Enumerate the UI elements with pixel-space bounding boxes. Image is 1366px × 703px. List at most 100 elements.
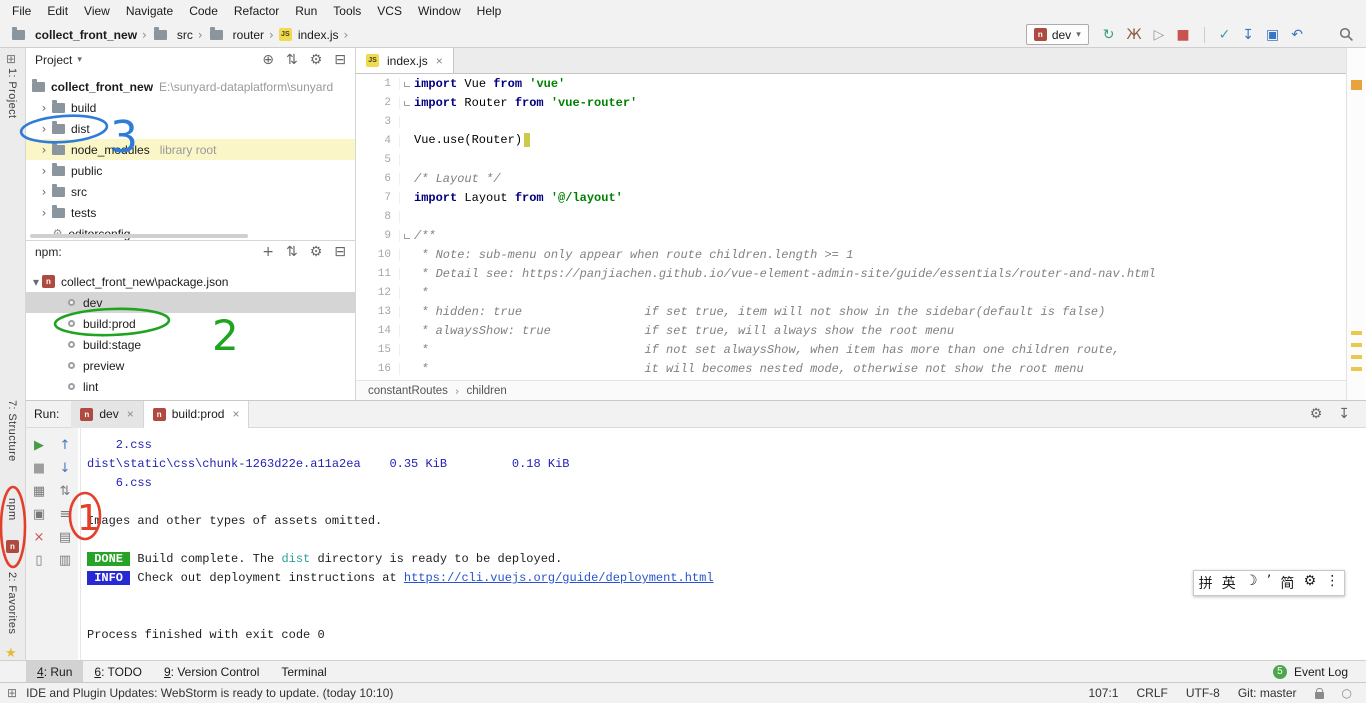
hide-icon[interactable]: ⊟ [334, 53, 346, 67]
fold-marker[interactable] [404, 234, 410, 239]
fold-marker[interactable] [404, 101, 410, 106]
chevron-down-icon[interactable]: ▾ [77, 55, 82, 65]
menu-file[interactable]: File [4, 0, 39, 22]
toolwindow-tab-favorites[interactable]: 2: Favorites [6, 572, 18, 634]
project-folder-dist[interactable]: › dist [26, 118, 355, 139]
npm-script-build-stage[interactable]: build:stage [26, 334, 355, 355]
hide-icon[interactable]: ⊟ [334, 245, 346, 259]
run-tab-build-prod[interactable]: build:prod× [143, 400, 250, 428]
encoding-widget[interactable]: UTF-8 [1186, 686, 1220, 700]
toolwindow-tab-version-control[interactable]: 9: Version Control [153, 661, 270, 683]
stop-icon[interactable]: ■ [26, 457, 52, 480]
ime-item-0[interactable]: 拼 [1199, 573, 1213, 593]
update-project-icon[interactable]: ↧ [1242, 28, 1254, 42]
ime-item-5[interactable]: ⚙ [1304, 573, 1317, 593]
stop-icon[interactable]: ■ [1176, 28, 1189, 42]
collapse-all-icon[interactable]: ⇅ [286, 245, 298, 259]
toolwindow-tab-structure[interactable]: 7: Structure [6, 400, 18, 462]
project-folder-tests[interactable]: › tests [26, 202, 355, 223]
menu-navigate[interactable]: Navigate [118, 0, 181, 22]
print-icon[interactable]: ▤ [52, 526, 78, 549]
npm-script-lint[interactable]: lint [26, 376, 355, 397]
add-icon[interactable]: + [262, 245, 274, 259]
code-area[interactable]: 1 import Vue from 'vue' 2 import Router fro… [356, 74, 1346, 380]
rollback-icon[interactable]: ↶ [1291, 28, 1303, 42]
editor-breadcrumb-children[interactable]: children [467, 385, 507, 397]
npm-toolwindow-icon[interactable] [6, 540, 19, 553]
toolwindow-tab-run[interactable]: 4: Run [26, 660, 84, 683]
search-everywhere-icon[interactable] [1339, 27, 1354, 42]
menu-help[interactable]: Help [469, 0, 510, 22]
ime-item-1[interactable]: 英 [1222, 573, 1236, 593]
event-log-widget[interactable]: 5 Event Log [1272, 664, 1366, 679]
close-icon[interactable]: × [127, 407, 134, 421]
menu-run[interactable]: Run [287, 0, 325, 22]
editor[interactable]: JS index.js × 1 import Vue from 'vue' 2 imp… [356, 48, 1346, 400]
npm-script-preview[interactable]: preview [26, 355, 355, 376]
toolwindow-switcher-icon[interactable]: ⊞ [7, 686, 17, 700]
settings-icon[interactable]: ⚙ [1310, 407, 1323, 421]
close-icon[interactable]: × [232, 407, 239, 421]
settings-icon[interactable]: ⚙ [310, 245, 323, 259]
breadcrumb-src[interactable]: src [152, 27, 193, 42]
run-tab-dev[interactable]: dev× [71, 400, 144, 428]
collapse-all-icon[interactable]: ⇅ [286, 53, 298, 67]
line-separator-widget[interactable]: CRLF [1136, 686, 1167, 700]
rerun-icon[interactable]: ↻ [1103, 28, 1115, 42]
dock-icon[interactable]: ↧ [1338, 407, 1350, 421]
rerun-icon[interactable]: ▶ [26, 434, 52, 457]
ime-item-3[interactable]: ’ [1267, 573, 1271, 593]
project-folder-build[interactable]: › build [26, 97, 355, 118]
ime-item-6[interactable]: ⋮ [1325, 573, 1339, 593]
menu-vcs[interactable]: VCS [369, 0, 410, 22]
soft-wrap-icon[interactable]: ⇅ [52, 480, 78, 503]
toolwindow-tab-terminal[interactable]: Terminal [270, 661, 337, 683]
readonly-lock-icon[interactable] [1314, 687, 1324, 699]
npm-script-dev[interactable]: dev [26, 292, 355, 313]
up-stack-trace-icon[interactable]: ↑ [52, 434, 78, 457]
menu-tools[interactable]: Tools [325, 0, 369, 22]
menu-edit[interactable]: Edit [39, 0, 76, 22]
toolwindow-tab-npm[interactable]: npm [6, 498, 18, 521]
menu-refactor[interactable]: Refactor [226, 0, 287, 22]
caret-position-widget[interactable]: 107:1 [1088, 686, 1118, 700]
npm-package-row[interactable]: ▾collect_front_new\package.json [26, 271, 355, 292]
toolwindow-icon[interactable]: ⊞ [6, 52, 16, 66]
project-folder-node-modules[interactable]: › node_modules library root [26, 139, 355, 160]
fold-marker[interactable] [404, 82, 410, 87]
commit-icon[interactable]: ✓ [1219, 28, 1231, 42]
ime-item-4[interactable]: 简 [1280, 573, 1294, 593]
close-icon[interactable]: × [26, 526, 52, 549]
project-folder-src[interactable]: › src [26, 181, 355, 202]
npm-script-build-prod[interactable]: build:prod [26, 313, 355, 334]
menu-code[interactable]: Code [181, 0, 226, 22]
ime-item-2[interactable]: ☽ [1245, 573, 1258, 593]
editor-tab-index-js[interactable]: JS index.js × [356, 48, 454, 73]
toolwindow-tab-project[interactable]: 1: Project [6, 68, 18, 118]
clear-all-icon[interactable]: ▥ [52, 549, 78, 572]
down-stack-trace-icon[interactable]: ↓ [52, 457, 78, 480]
restore-layout-icon[interactable]: ▦ [26, 480, 52, 503]
run-console[interactable]: 2.css dist\static\css\chunk-1263d22e.a11a… [80, 428, 1366, 660]
settings-icon[interactable]: ⚙ [310, 53, 323, 67]
breadcrumb-index-js[interactable]: JS index.js [278, 28, 339, 42]
close-icon[interactable]: × [436, 54, 443, 68]
shelve-icon[interactable]: ▣ [1266, 28, 1279, 42]
menu-window[interactable]: Window [410, 0, 469, 22]
clear-icon[interactable]: ▯ [26, 549, 52, 572]
project-root[interactable]: collect_front_new E:\sunyard-dataplatform… [26, 76, 355, 97]
deployment-link[interactable]: https://cli.vuejs.org/guide/deployment.h… [404, 571, 714, 585]
menu-view[interactable]: View [76, 0, 118, 22]
editor-breadcrumb-constantroutes[interactable]: constantRoutes [368, 385, 448, 397]
locate-icon[interactable]: ⊕ [262, 53, 274, 67]
run-config-combo[interactable]: dev ▾ [1025, 24, 1089, 45]
toolwindow-tab-todo[interactable]: 6: TODO [83, 661, 153, 683]
horizontal-scrollbar[interactable] [30, 234, 248, 238]
run-with-coverage-icon[interactable]: ▷ [1154, 28, 1165, 42]
progress-icon[interactable]: ○ [1342, 686, 1352, 700]
breadcrumb-collect-front-new[interactable]: collect_front_new [10, 27, 137, 42]
project-folder-public[interactable]: › public [26, 160, 355, 181]
favorites-star-icon[interactable]: ★ [5, 646, 17, 661]
git-branch-widget[interactable]: Git: master [1238, 686, 1297, 700]
breadcrumb-router[interactable]: router [208, 27, 264, 42]
